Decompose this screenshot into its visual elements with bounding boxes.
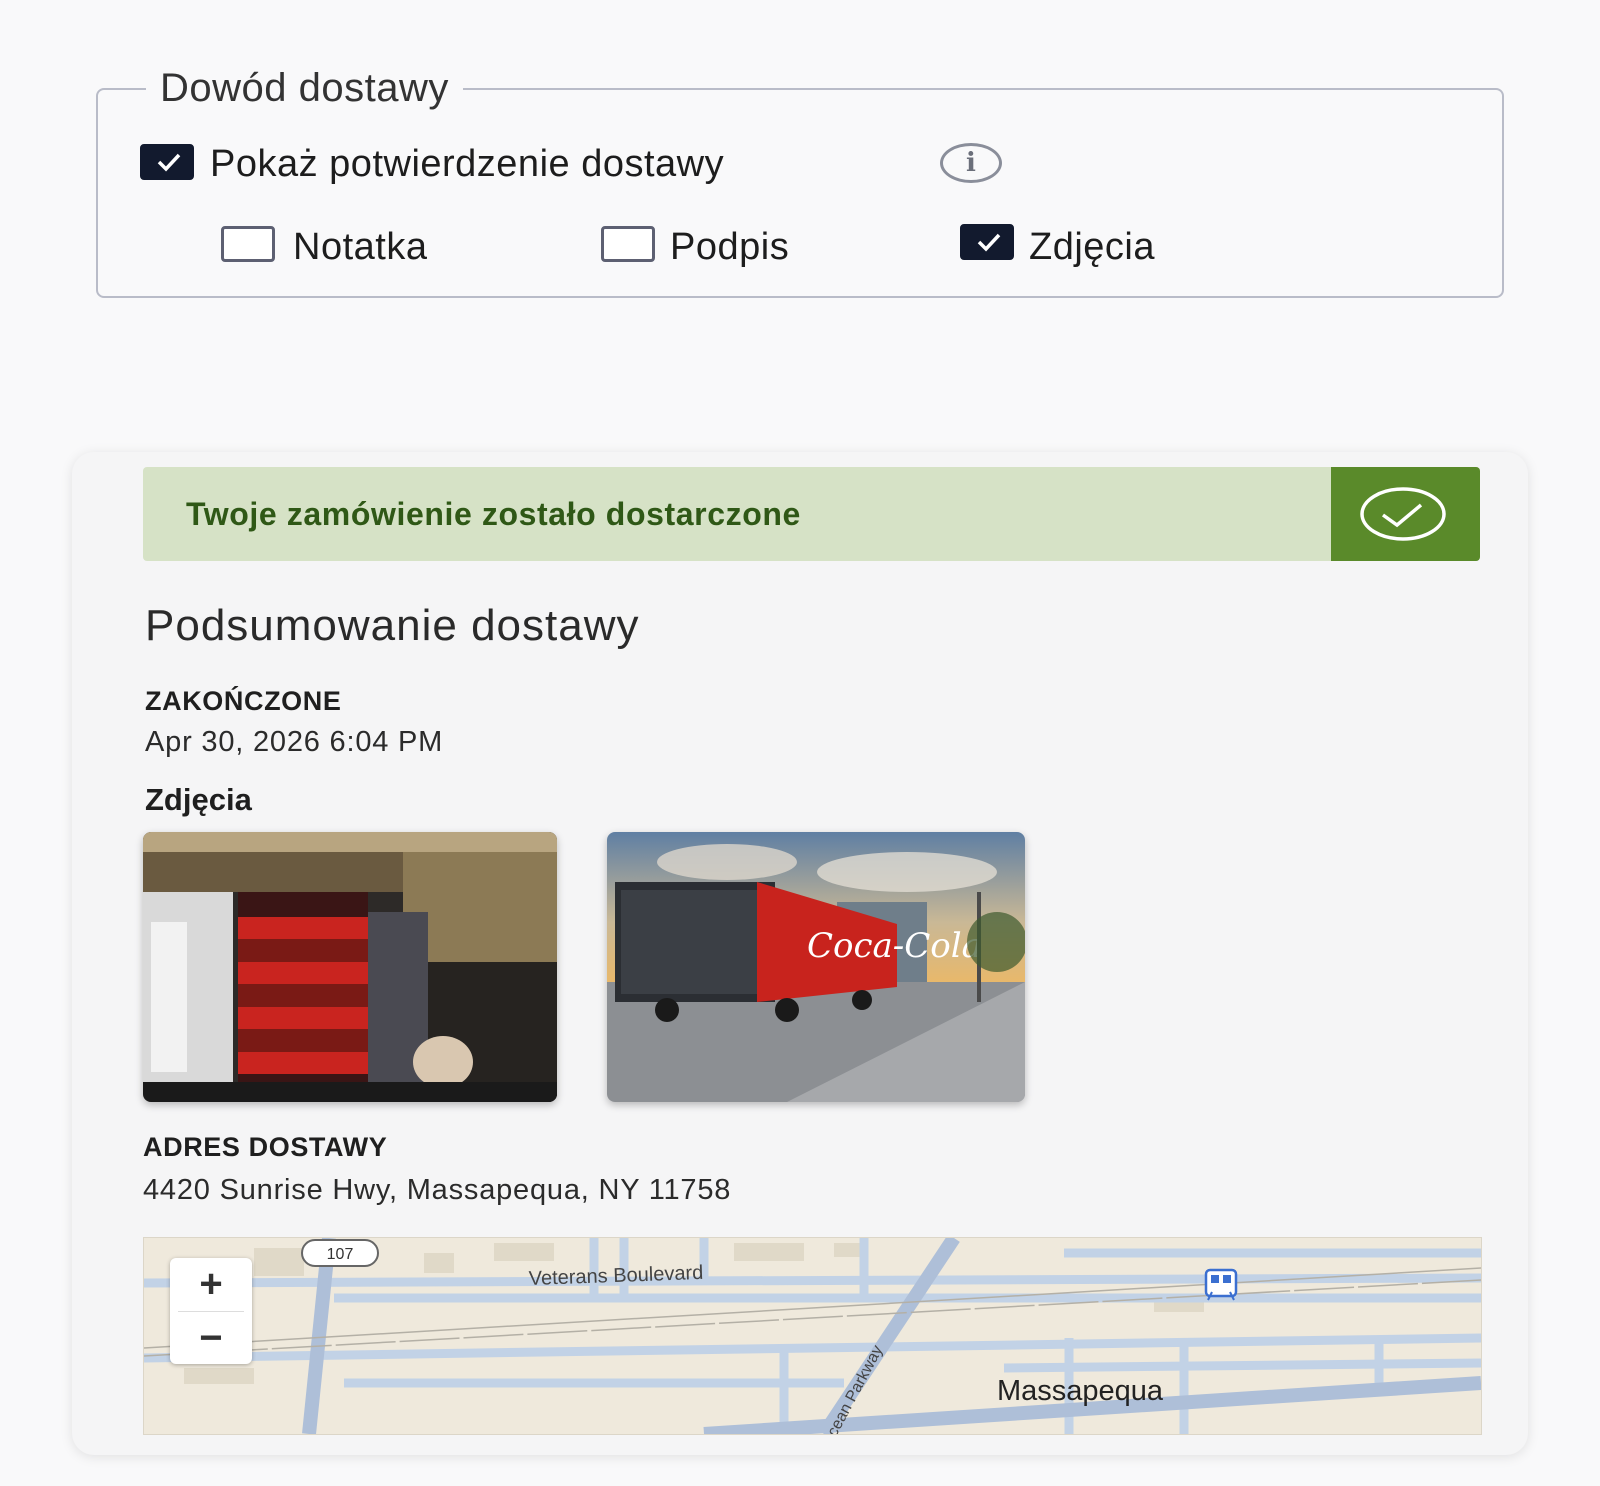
check-icon xyxy=(977,233,1001,252)
info-icon[interactable]: i xyxy=(940,143,1002,183)
delivered-icon-box xyxy=(1331,467,1480,561)
signature-label[interactable]: Podpis xyxy=(670,225,789,269)
summary-title: Podsumowanie dostawy xyxy=(145,601,640,650)
show-confirmation-label[interactable]: Pokaż potwierdzenie dostawy xyxy=(210,142,724,186)
zoom-out-button[interactable]: − xyxy=(170,1312,252,1364)
photos-label[interactable]: Zdjęcia xyxy=(1029,225,1155,269)
address-value: 4420 Sunrise Hwy, Massapequa, NY 11758 xyxy=(143,1174,732,1206)
train-station-icon xyxy=(1204,1268,1238,1301)
delivered-message: Twoje zamówienie zostało dostarczone xyxy=(186,496,801,532)
photos-heading: Zdjęcia xyxy=(145,782,252,817)
delivery-photo-2[interactable]: Coca-Cola xyxy=(607,832,1025,1102)
completed-label: ZAKOŃCZONE xyxy=(145,686,342,716)
note-checkbox[interactable] xyxy=(221,226,275,262)
delivery-map[interactable]: 107 Veterans Boulevard Massapequa Ocean … xyxy=(143,1237,1482,1435)
place-label: Massapequa xyxy=(997,1375,1164,1407)
photos-checkbox[interactable] xyxy=(960,224,1014,260)
delivery-photo-1[interactable] xyxy=(143,832,557,1102)
signature-checkbox[interactable] xyxy=(601,226,655,262)
svg-text:Coca-Cola: Coca-Cola xyxy=(807,926,982,966)
completed-date: Apr 30, 2026 6:04 PM xyxy=(145,726,444,758)
address-label: ADRES DOSTAWY xyxy=(143,1132,388,1162)
zoom-control: + − xyxy=(170,1258,252,1364)
fieldset-legend: Dowód dostawy xyxy=(146,64,463,112)
show-confirmation-checkbox[interactable] xyxy=(140,144,194,180)
note-label[interactable]: Notatka xyxy=(293,225,427,269)
check-circle-icon xyxy=(1360,487,1446,541)
delivered-banner: Twoje zamówienie zostało dostarczone xyxy=(143,467,1480,561)
road-shield-label: 107 xyxy=(327,1246,354,1263)
zoom-in-button[interactable]: + xyxy=(170,1258,252,1310)
check-icon xyxy=(157,153,181,172)
